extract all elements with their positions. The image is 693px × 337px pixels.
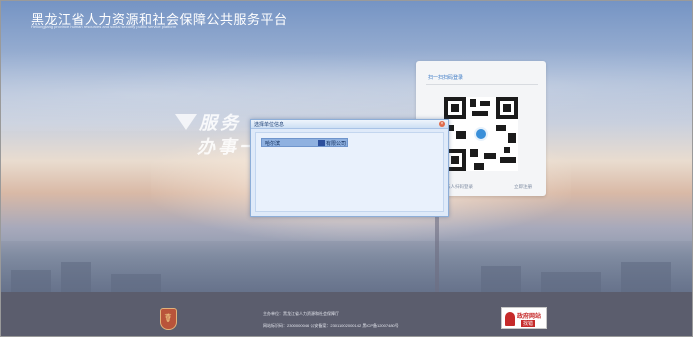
redaction-mask (318, 140, 325, 146)
unit-name-suffix: 有限公司 (326, 141, 347, 147)
dialog-titlebar[interactable]: 选择单位信息 × (251, 120, 448, 129)
select-unit-dialog: 选择单位信息 × 哈尔滨 有限公司 (250, 119, 449, 217)
unit-name-prefix: 哈尔滨 (265, 141, 281, 147)
dialog-title: 选择单位信息 (254, 122, 285, 128)
unit-list-item[interactable]: 哈尔滨 有限公司 (261, 138, 348, 147)
close-icon[interactable]: × (439, 121, 445, 127)
unit-list: 哈尔滨 有限公司 (255, 132, 444, 212)
page: 黑龙江省人力资源和社会保障公共服务平台 Heilongjiang provinc… (0, 0, 693, 337)
